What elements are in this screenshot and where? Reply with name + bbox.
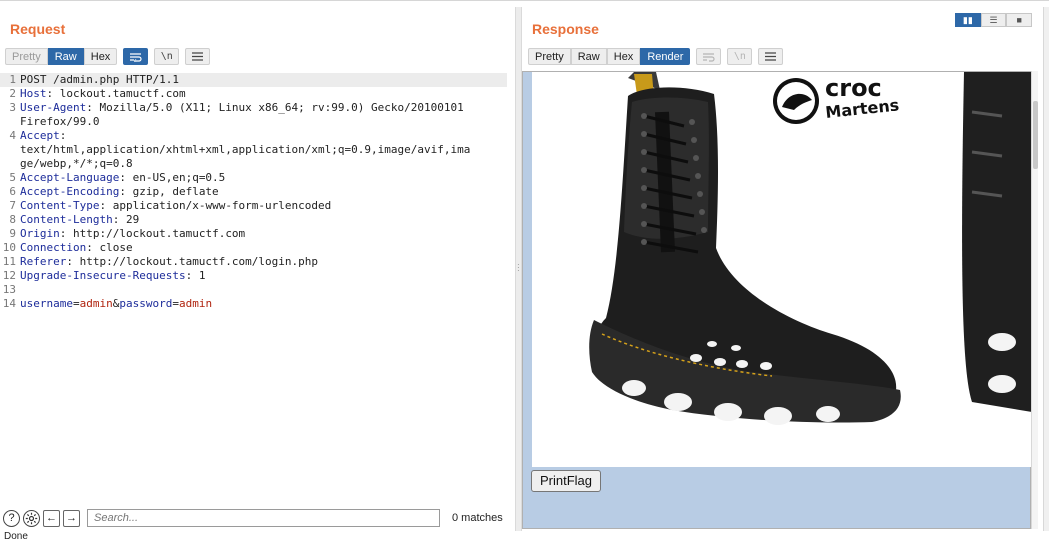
status-text: Done — [4, 531, 28, 542]
request-tab-raw[interactable]: Raw — [47, 48, 84, 65]
response-tab-pretty[interactable]: Pretty — [528, 48, 571, 65]
request-line: 1 POST /admin.php HTTP/1.1 — [0, 73, 507, 87]
layout-toggle: ▮▮ ☰ ■ — [955, 13, 1033, 27]
wrap-lines-icon[interactable] — [123, 48, 149, 65]
splitter-grip-icon: · · · — [517, 260, 520, 275]
header-line: 5 Accept-Language: en-US,en;q=0.5 — [9, 171, 226, 184]
forward-arrow-icon[interactable]: → — [63, 509, 80, 527]
param-value-username: admin — [79, 297, 113, 310]
product-image: croc Martens — [532, 72, 1032, 467]
croc-martens-logo: croc Martens — [773, 74, 900, 124]
menu-icon[interactable] — [185, 48, 211, 65]
header-line: 8 Content-Length: 29 — [9, 213, 140, 226]
param-key-username: username — [20, 297, 73, 310]
request-title: Request — [10, 21, 66, 37]
burp-repeater-window: Request Pretty Raw Hex \n 1 POST /admin.p… — [0, 0, 1049, 543]
single-pane-icon[interactable]: ■ — [1006, 13, 1033, 27]
right-edge-scrollbar[interactable] — [1043, 7, 1049, 531]
header-line: 4 Accept: — [9, 129, 67, 142]
print-flag-button[interactable]: PrintFlag — [531, 470, 602, 492]
second-boot-illustration — [962, 72, 1032, 412]
boot-illustration — [589, 72, 901, 425]
request-toolbar: Pretty Raw Hex \n — [5, 48, 211, 65]
param-key-password: password — [119, 297, 173, 310]
request-editor[interactable]: 1 POST /admin.php HTTP/1.1 2 Host: lockout… — [0, 73, 507, 311]
match-count: 0 matches — [452, 512, 503, 524]
top-border — [0, 0, 1049, 6]
request-tab-pretty[interactable]: Pretty — [5, 48, 48, 65]
header-line: 11 Referer: http://lockout.tamuctf.com/lo… — [2, 255, 319, 268]
response-tab-hex[interactable]: Hex — [606, 48, 641, 65]
newline-toggle-icon[interactable]: \n — [727, 48, 753, 65]
request-tab-hex[interactable]: Hex — [83, 48, 118, 65]
response-panel: Response ▮▮ ☰ ■ Pretty Raw Hex Render \n — [522, 7, 1049, 531]
param-value-password: admin — [178, 297, 213, 310]
header-line: 2 Host: lockout.tamuctf.com — [9, 87, 186, 100]
header-line: 6 Accept-Encoding: gzip, deflate — [9, 185, 219, 198]
header-line-wrap: ge/webp,*/*;q=0.8 — [20, 157, 133, 170]
search-input[interactable] — [87, 509, 440, 527]
header-line: 9 Origin: http://lockout.tamuctf.com — [9, 227, 246, 240]
wrap-lines-icon[interactable] — [696, 48, 722, 65]
settings-gear-icon[interactable] — [23, 509, 40, 527]
header-line-wrap: text/html,application/xhtml+xml,applicat… — [20, 143, 471, 156]
response-tab-raw[interactable]: Raw — [570, 48, 607, 65]
response-tab-render[interactable]: Render — [640, 48, 691, 65]
request-panel: Request Pretty Raw Hex \n 1 POST /admin.p… — [0, 7, 515, 531]
response-title: Response — [532, 21, 599, 37]
render-view: croc Martens PrintFlag — [522, 71, 1032, 529]
scrollbar-thumb[interactable] — [1033, 101, 1038, 169]
header-line: 3 User-Agent: Mozilla/5.0 (X11; Linux x86… — [9, 101, 464, 114]
back-arrow-icon[interactable]: ← — [43, 509, 60, 527]
newline-toggle-icon[interactable]: \n — [154, 48, 180, 65]
header-line: 7 Content-Type: application/x-www-form-ur… — [9, 199, 332, 212]
help-icon[interactable]: ? — [3, 509, 20, 527]
split-rows-icon[interactable]: ☰ — [980, 13, 1007, 27]
search-bar: ? ← → 0 matches — [0, 507, 515, 529]
render-scrollbar[interactable] — [1031, 71, 1038, 529]
blank-line: 13 — [2, 283, 16, 296]
menu-icon[interactable] — [758, 48, 784, 65]
response-toolbar: Pretty Raw Hex Render \n — [528, 48, 784, 65]
header-line-wrap: Firefox/99.0 — [20, 115, 100, 128]
split-columns-icon[interactable]: ▮▮ — [955, 13, 981, 27]
header-line: 12 Upgrade-Insecure-Requests: 1 — [2, 269, 206, 282]
header-line: 10 Connection: close — [2, 241, 133, 254]
body-line: 14 username = admin & password = admin — [2, 297, 213, 310]
